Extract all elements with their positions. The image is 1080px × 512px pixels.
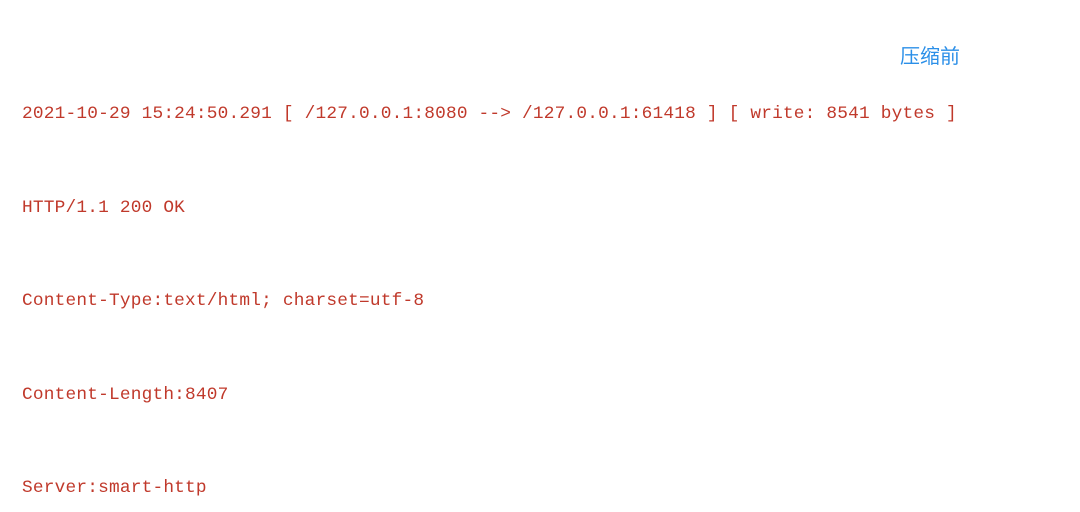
log-line: 2021-10-29 15:24:50.291 [ /127.0.0.1:808…	[22, 99, 1062, 130]
log-line: Content-Length:8407	[22, 380, 1062, 411]
log-line: Server:smart-http	[22, 473, 1062, 504]
annotation-before: 压缩前	[900, 40, 960, 75]
log-line: HTTP/1.1 200 OK	[22, 193, 1062, 224]
log-block-before: 压缩前 2021-10-29 15:24:50.291 [ /127.0.0.1…	[0, 0, 1080, 512]
log-line: Content-Type:text/html; charset=utf-8	[22, 286, 1062, 317]
